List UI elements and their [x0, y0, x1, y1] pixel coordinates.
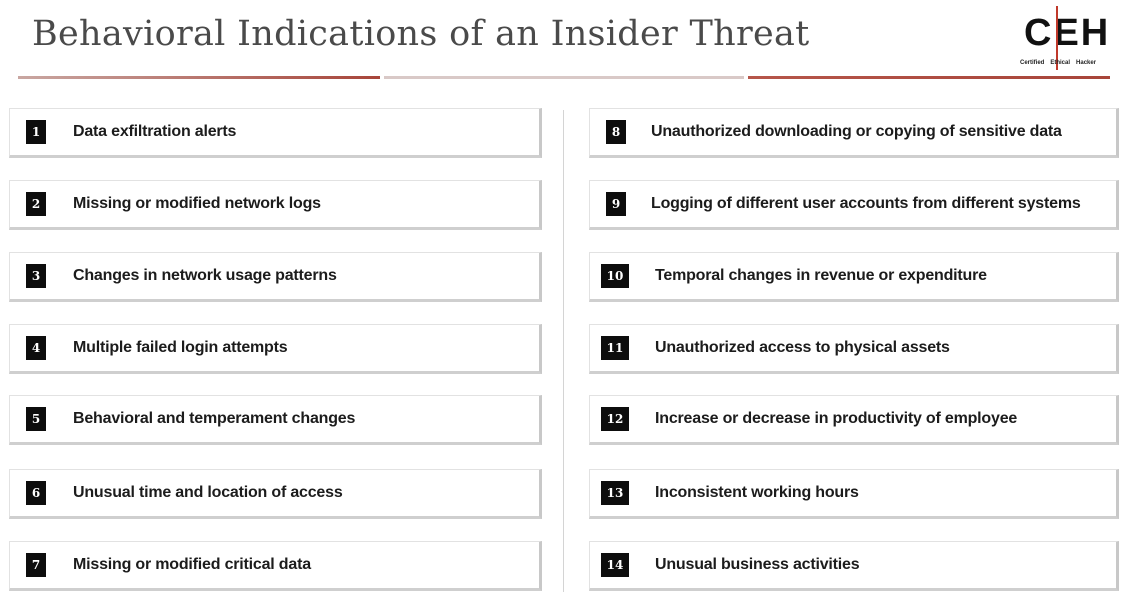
item-label: Inconsistent working hours [655, 484, 859, 501]
logo-subtitle: Certified Ethical Hacker [1020, 60, 1096, 66]
item-number-badge: 14 [601, 553, 629, 577]
column-divider [563, 110, 564, 592]
item-number-badge: 12 [601, 407, 629, 431]
page-title: Behavioral Indications of an Insider Thr… [32, 14, 810, 54]
item-label: Behavioral and temperament changes [73, 410, 356, 427]
logo-sub-hacker: Hacker [1076, 60, 1097, 66]
item-label: Unusual business activities [655, 556, 860, 573]
item-label: Data exfiltration alerts [73, 123, 237, 140]
list-item: 2 Missing or modified network logs [9, 180, 542, 230]
item-number-badge: 5 [26, 407, 46, 431]
list-item: 11 Unauthorized access to physical asset… [589, 324, 1119, 374]
item-number-badge: 2 [26, 192, 46, 216]
item-label: Increase or decrease in productivity of … [655, 410, 1018, 427]
item-label: Temporal changes in revenue or expenditu… [655, 267, 987, 284]
list-item: 8 Unauthorized downloading or copying of… [589, 108, 1119, 158]
item-number-badge: 4 [26, 336, 46, 360]
item-label: Logging of different user accounts from … [651, 195, 1081, 212]
logo-sub-ethical: Ethical [1050, 60, 1071, 66]
list-item: 5 Behavioral and temperament changes [9, 395, 542, 445]
item-number-badge: 10 [601, 264, 629, 288]
list-item: 1 Data exfiltration alerts [9, 108, 542, 158]
list-item: 3 Changes in network usage patterns [9, 252, 542, 302]
list-item: 10 Temporal changes in revenue or expend… [589, 252, 1119, 302]
item-number-badge: 11 [601, 336, 629, 360]
item-label: Changes in network usage patterns [73, 267, 337, 284]
item-number-badge: 3 [26, 264, 46, 288]
item-label: Unauthorized access to physical assets [655, 339, 950, 356]
list-item: 9 Logging of different user accounts fro… [589, 180, 1119, 230]
item-number-badge: 7 [26, 553, 46, 577]
item-number-badge: 13 [601, 481, 629, 505]
title-rule-left [18, 76, 380, 79]
item-label: Missing or modified critical data [73, 556, 311, 573]
logo-sub-certified: Certified [1020, 60, 1045, 66]
item-label: Missing or modified network logs [73, 195, 321, 212]
list-item: 14 Unusual business activities [589, 541, 1119, 591]
title-rule-middle [384, 76, 744, 79]
item-number-badge: 6 [26, 481, 46, 505]
list-item: 13 Inconsistent working hours [589, 469, 1119, 519]
list-item: 6 Unusual time and location of access [9, 469, 542, 519]
logo-letters: CEH [1024, 12, 1111, 54]
item-label: Unusual time and location of access [73, 484, 343, 501]
title-rule-right [748, 76, 1110, 79]
list-item: 7 Missing or modified critical data [9, 541, 542, 591]
ceh-logo: CEH Certified Ethical Hacker [1016, 4, 1114, 70]
item-number-badge: 9 [606, 192, 626, 216]
item-number-badge: 1 [26, 120, 46, 144]
list-item: 4 Multiple failed login attempts [9, 324, 542, 374]
item-number-badge: 8 [606, 120, 626, 144]
item-label: Multiple failed login attempts [73, 339, 288, 356]
item-label: Unauthorized downloading or copying of s… [651, 123, 1062, 140]
list-item: 12 Increase or decrease in productivity … [589, 395, 1119, 445]
